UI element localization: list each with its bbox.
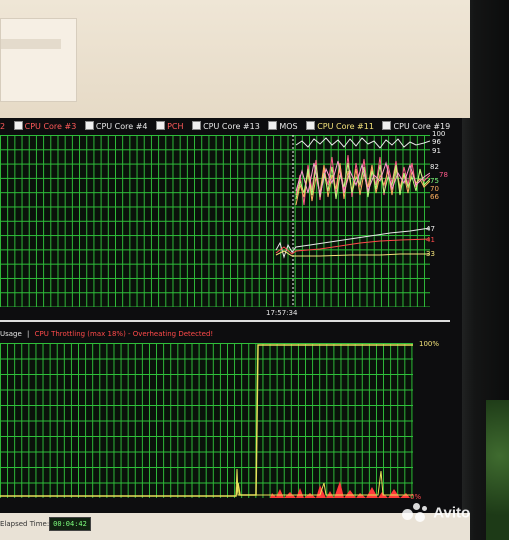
temp-scale-96: 96 <box>432 138 441 146</box>
top-panel-field <box>1 39 61 49</box>
legend-item-core13[interactable]: CPU Core #13 <box>192 121 260 131</box>
usage-graph <box>0 343 413 498</box>
sensor-legend: 2 CPU Core #3 CPU Core #4 PCH CPU Core #… <box>0 121 450 135</box>
usage-scale-bottom: 0% <box>410 493 422 501</box>
legend-item-core4[interactable]: CPU Core #4 <box>84 121 148 131</box>
legend-item-core3[interactable]: CPU Core #3 <box>13 121 77 131</box>
legend-label: CPU Core #3 <box>24 122 77 131</box>
avito-watermark-text: Avito <box>433 504 471 522</box>
legend-label: PCH <box>167 122 184 131</box>
panel-divider <box>0 320 450 322</box>
legend-label: MOS <box>279 122 298 131</box>
avito-watermark: Avito <box>402 503 470 525</box>
usage-traces <box>0 344 413 498</box>
checkbox-icon[interactable] <box>306 121 316 130</box>
elapsed-time-value: 00:04:42 <box>49 517 91 531</box>
background-floor <box>486 400 509 540</box>
temp-scale-66: 66 <box>430 193 439 201</box>
legend-item-pch[interactable]: PCH <box>156 121 184 131</box>
status-separator: | <box>27 330 30 338</box>
usage-line <box>0 344 413 497</box>
legend-label: 2 <box>0 122 6 131</box>
checkbox-icon[interactable] <box>13 121 23 130</box>
legend-item-core11[interactable]: CPU Core #11 <box>306 121 374 131</box>
elapsed-time-label: Elapsed Time: <box>0 520 50 528</box>
temperature-graph <box>0 135 430 310</box>
temp-scale-91: 91 <box>432 147 441 155</box>
temperature-traces <box>275 135 430 307</box>
temp-scale-75: 75 <box>430 177 439 185</box>
checkbox-icon[interactable] <box>156 121 166 130</box>
trace-low-yellow <box>275 250 430 257</box>
checkbox-icon[interactable] <box>268 121 278 130</box>
throttling-warning: CPU Throttling (max 18%) - Overheating D… <box>34 330 214 338</box>
temp-scale-41: 41 <box>426 236 435 244</box>
time-marker-label: 17:57:34 <box>266 309 298 317</box>
avito-logo-icon <box>402 503 428 523</box>
checkbox-icon[interactable] <box>382 121 392 130</box>
usage-label: Usage <box>0 330 22 338</box>
temp-scale-70: 70 <box>430 185 439 193</box>
top-info-panel <box>0 18 77 102</box>
checkbox-icon[interactable] <box>192 121 202 130</box>
temp-scale-33: 33 <box>426 250 435 258</box>
throttle-line <box>235 468 413 496</box>
checkbox-icon[interactable] <box>84 121 94 130</box>
temp-scale-100: 100 <box>432 130 446 138</box>
legend-label: CPU Core #11 <box>317 122 374 131</box>
usage-scale-top: 100% <box>419 340 440 348</box>
legend-item-core2[interactable]: 2 <box>0 122 5 131</box>
temp-scale-82: 82 <box>430 163 439 171</box>
temp-scale-78: 78 <box>439 171 448 179</box>
trace-white-high <box>295 137 430 149</box>
app-window-background <box>0 0 470 118</box>
temp-scale-47: 47 <box>426 225 435 233</box>
trace-low-white <box>275 227 430 259</box>
legend-item-mos[interactable]: MOS <box>268 121 298 131</box>
legend-label: CPU Core #13 <box>203 122 260 131</box>
legend-label: CPU Core #4 <box>95 122 148 131</box>
status-line: Usage | CPU Throttling (max 18%) - Overh… <box>0 330 213 338</box>
